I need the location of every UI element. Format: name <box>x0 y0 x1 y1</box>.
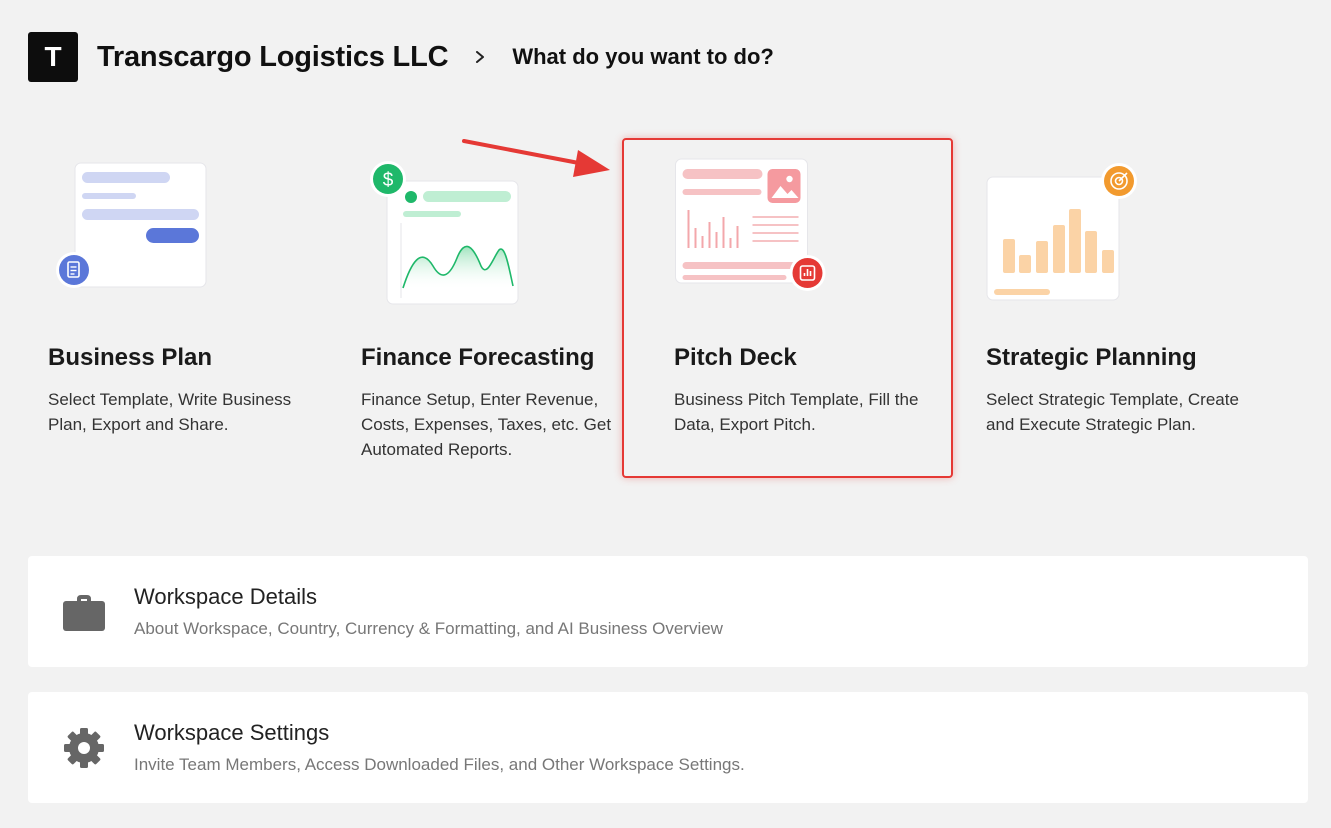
target-icon <box>1101 163 1137 199</box>
option-business-plan[interactable]: Business Plan Select Template, Write Bus… <box>28 138 360 478</box>
row-subtitle: Invite Team Members, Access Downloaded F… <box>134 755 745 774</box>
pitch-deck-illustration <box>675 158 826 291</box>
row-title: Workspace Settings <box>134 720 330 745</box>
dollar-icon: $ <box>370 161 406 197</box>
organization-name[interactable]: Transcargo Logistics LLC <box>97 41 449 74</box>
chart-icon <box>789 255 826 291</box>
option-description: Select Strategic Template, Create and Ex… <box>986 390 1239 434</box>
option-strategic-planning[interactable]: Strategic Planning Select Strategic Temp… <box>966 138 1298 478</box>
option-description: Business Pitch Template, Fill the Data, … <box>674 390 919 434</box>
option-description: Finance Setup, Enter Revenue, Costs, Exp… <box>361 390 612 459</box>
header: T Transcargo Logistics LLC What do you w… <box>28 32 774 82</box>
row-title: Workspace Details <box>134 584 317 609</box>
strategic-planning-illustration <box>986 163 1137 301</box>
gear-icon <box>64 728 104 768</box>
workspace-logo[interactable]: T <box>28 32 78 82</box>
workspace-details-row[interactable]: Workspace Details About Workspace, Count… <box>28 556 1308 667</box>
option-title: Strategic Planning <box>986 344 1197 371</box>
option-pitch-deck[interactable]: Pitch Deck Business Pitch Template, Fill… <box>622 138 953 478</box>
option-title: Pitch Deck <box>674 344 797 371</box>
business-plan-illustration <box>56 162 207 288</box>
svg-text:$: $ <box>383 170 394 191</box>
breadcrumb-current: What do you want to do? <box>512 44 774 69</box>
document-icon <box>56 252 92 288</box>
row-subtitle: About Workspace, Country, Currency & For… <box>134 619 723 638</box>
option-title: Business Plan <box>48 344 213 371</box>
chevron-right-icon <box>476 51 485 63</box>
briefcase-icon <box>63 595 105 631</box>
highlight-arrow-icon <box>462 139 610 177</box>
option-title: Finance Forecasting <box>361 344 595 371</box>
page: T Transcargo Logistics LLC What do you w… <box>0 0 1331 828</box>
workspace-settings-row[interactable]: Workspace Settings Invite Team Members, … <box>28 692 1308 803</box>
option-description: Select Template, Write Business Plan, Ex… <box>48 390 292 434</box>
